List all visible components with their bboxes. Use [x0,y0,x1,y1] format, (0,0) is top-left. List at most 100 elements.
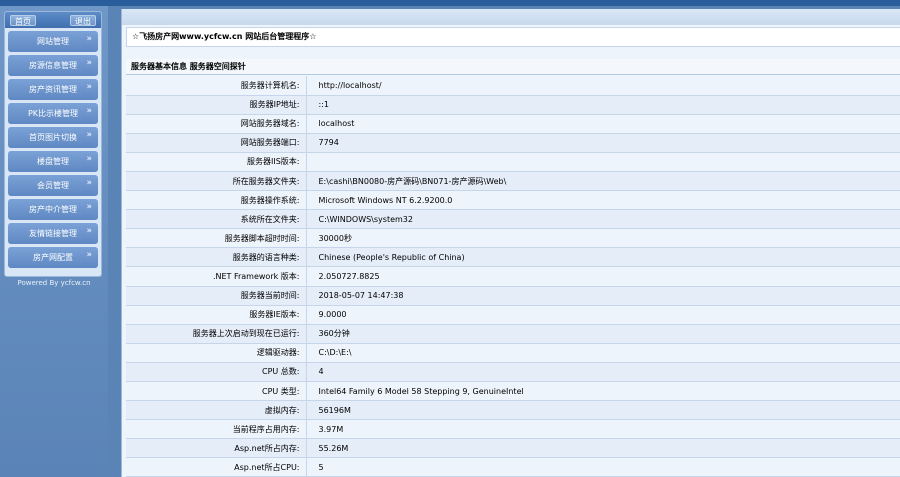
table-row: CPU 类型: Intel64 Family 6 Model 58 Steppin… [126,381,900,402]
sidebar-menu-item[interactable]: 房产资讯管理 » [8,79,98,100]
table-row: 逻辑驱动器: C:\D:\E:\ [126,343,900,363]
table-row: 服务器当前时间: 2018-05-07 14:47:38 [126,286,900,306]
sidebar-menu-item[interactable]: 房产网配置 » [8,247,98,268]
sidebar-menu-item-label: 房源信息管理 [29,61,77,70]
double-chevron-right-icon: » [86,106,92,116]
info-label: 服务器IP地址: [126,95,307,115]
info-value: C:\D:\E:\ [306,343,900,363]
info-value: 9.0000 [306,305,900,325]
table-row: 服务器上次启动到现在已运行: 360分钟 [126,324,900,344]
table-row: 系统所在文件夹: C:\WINDOWS\system32 [126,209,900,230]
table-row: CPU 总数: 4 [126,362,900,383]
info-label: 网站服务器端口: [126,133,307,153]
table-row: 当前程序占用内存: 3.97M [126,419,900,440]
double-chevron-right-icon: » [86,154,92,164]
table-row: Asp.net所占CPU: 5 [126,457,900,477]
info-value: 55.26M [306,438,900,459]
sidebar-menu-item[interactable]: 房源信息管理 » [8,55,98,76]
info-value: 3.97M [306,419,900,440]
double-chevron-right-icon: » [86,58,92,68]
page-title: ☆飞扬房产网www.ycfcw.cn 网站后台管理程序☆ [126,27,900,47]
double-chevron-right-icon: » [86,202,92,212]
powered-by-text: Powered By ycfcw.cn [17,279,91,287]
info-value: 2018-05-07 14:47:38 [306,286,900,306]
top-bar [0,0,900,6]
table-row: 网站服务器端口: 7794 [126,133,900,153]
info-label: 服务器脚本超时时间: [126,228,307,249]
table-row: 服务器IIS版本: [126,152,900,172]
double-chevron-right-icon: » [86,226,92,236]
sidebar-menu-item-label: PK比示楼管理 [27,109,79,118]
info-value: C:\WINDOWS\system32 [306,209,900,230]
table-row: .NET Framework 版本: 2.050727.8825 [126,266,900,287]
info-label: 服务器IE版本: [126,305,307,325]
home-link[interactable]: 首页 [10,14,36,26]
info-value: Chinese (People's Republic of China) [306,247,900,268]
info-value: 7794 [306,133,900,153]
info-label: 服务器上次启动到现在已运行: [126,324,307,344]
info-value: http://localhost/ [306,76,900,96]
info-label: 服务器IIS版本: [126,152,307,172]
double-chevron-right-icon: » [86,250,92,260]
table-row: 服务器IP地址:::1 [126,95,900,115]
info-label: 当前程序占用内存: [126,419,307,440]
info-value [306,152,900,172]
info-label: 逻辑驱动器: [126,343,307,363]
table-row: 所在服务器文件夹: E:\cashi\BN0080-房产源码\BN071-房产源码… [126,171,900,192]
table-row: 网站服务器域名: localhost [126,114,900,134]
info-label: CPU 类型: [126,381,307,402]
sidebar-menu-item[interactable]: 楼盘管理 » [8,151,98,172]
sidebar-header: 首页 退出 [5,12,101,28]
table-row: 服务器的语言种类: Chinese (People's Republic of C… [126,247,900,268]
main-header-bar [122,9,900,25]
info-label: Asp.net所占CPU: [126,457,307,477]
info-label: 系统所在文件夹: [126,209,307,230]
info-label: CPU 总数: [126,362,307,383]
table-row: 服务器脚本超时时间: 30000秒 [126,228,900,249]
info-value: Microsoft Windows NT 6.2.9200.0 [306,190,900,211]
double-chevron-right-icon: » [86,130,92,140]
info-label: Asp.net所占内存: [126,438,307,459]
table-row: Asp.net所占内存: 55.26M [126,438,900,459]
info-label: 网站服务器域名: [126,114,307,134]
double-chevron-right-icon: » [86,34,92,44]
sidebar-menu-item-label: 首页图片切换 [29,133,77,142]
info-value: 2.050727.8825 [306,266,900,287]
sidebar-menu-item-label: 房产网配置 [33,253,73,262]
sidebar-menu-item-label: 房产中介管理 [29,205,77,214]
info-label: 所在服务器文件夹: [126,171,307,192]
info-label: 服务器当前时间: [126,286,307,306]
info-label: 服务器操作系统: [126,190,307,211]
table-row: 服务器计算机名: http://localhost/ [126,76,900,96]
sidebar-menu-item-label: 房产资讯管理 [29,85,77,94]
info-label: 服务器的语言种类: [126,247,307,268]
sidebar-menu-item[interactable]: 房产中介管理 » [8,199,98,220]
info-label: .NET Framework 版本: [126,266,307,287]
info-label: 服务器计算机名: [126,76,307,96]
double-chevron-right-icon: » [86,82,92,92]
table-row: 服务器IE版本: 9.0000 [126,305,900,325]
sidebar-menu-item-label: 友情链接管理 [29,229,77,238]
info-value: 30000秒 [306,228,900,249]
server-info-table: 服务器计算机名: http://localhost/服务器IP地址:::1 网站服务… [126,76,900,477]
info-value: localhost [306,114,900,134]
section-title: 服务器基本信息 服务器空间探针 [126,59,900,75]
sidebar-menu-item[interactable]: 网站管理 » [8,31,98,52]
sidebar-menu-item-label: 网站管理 [37,37,69,46]
sidebar-menu-item[interactable]: PK比示楼管理 » [8,103,98,124]
sidebar-menu-item[interactable]: 友情链接管理 » [8,223,98,244]
logout-link[interactable]: 退出 [70,14,96,26]
main-panel: ☆飞扬房产网www.ycfcw.cn 网站后台管理程序☆ 服务器基本信息 服务器… [121,9,900,477]
table-row: 服务器操作系统: Microsoft Windows NT 6.2.9200.0 [126,190,900,211]
info-label: 虚拟内存: [126,400,307,421]
sidebar-menu: 网站管理 » 房源信息管理 » 房产资讯管理 » PK比示楼管理 » 首页图片切换 » 楼盘管理 » 会… [5,31,101,268]
sidebar-menu-item[interactable]: 会员管理 » [8,175,98,196]
sidebar-menu-item-label: 楼盘管理 [37,157,69,166]
sidebar: 首页 退出 网站管理 » 房源信息管理 » 房产资讯管理 » PK比示楼管理 » 首页图片切换 »… [0,6,108,477]
sidebar-menu-item[interactable]: 首页图片切换 » [8,127,98,148]
info-value: ::1 [306,95,900,115]
sidebar-menu-panel: 首页 退出 网站管理 » 房源信息管理 » 房产资讯管理 » PK比示楼管理 » 首页图片切换 »… [4,11,102,277]
table-row: 虚拟内存: 56196M [126,400,900,421]
sidebar-menu-item-label: 会员管理 [37,181,69,190]
info-value: E:\cashi\BN0080-房产源码\BN071-房产源码\Web\ [306,171,900,192]
